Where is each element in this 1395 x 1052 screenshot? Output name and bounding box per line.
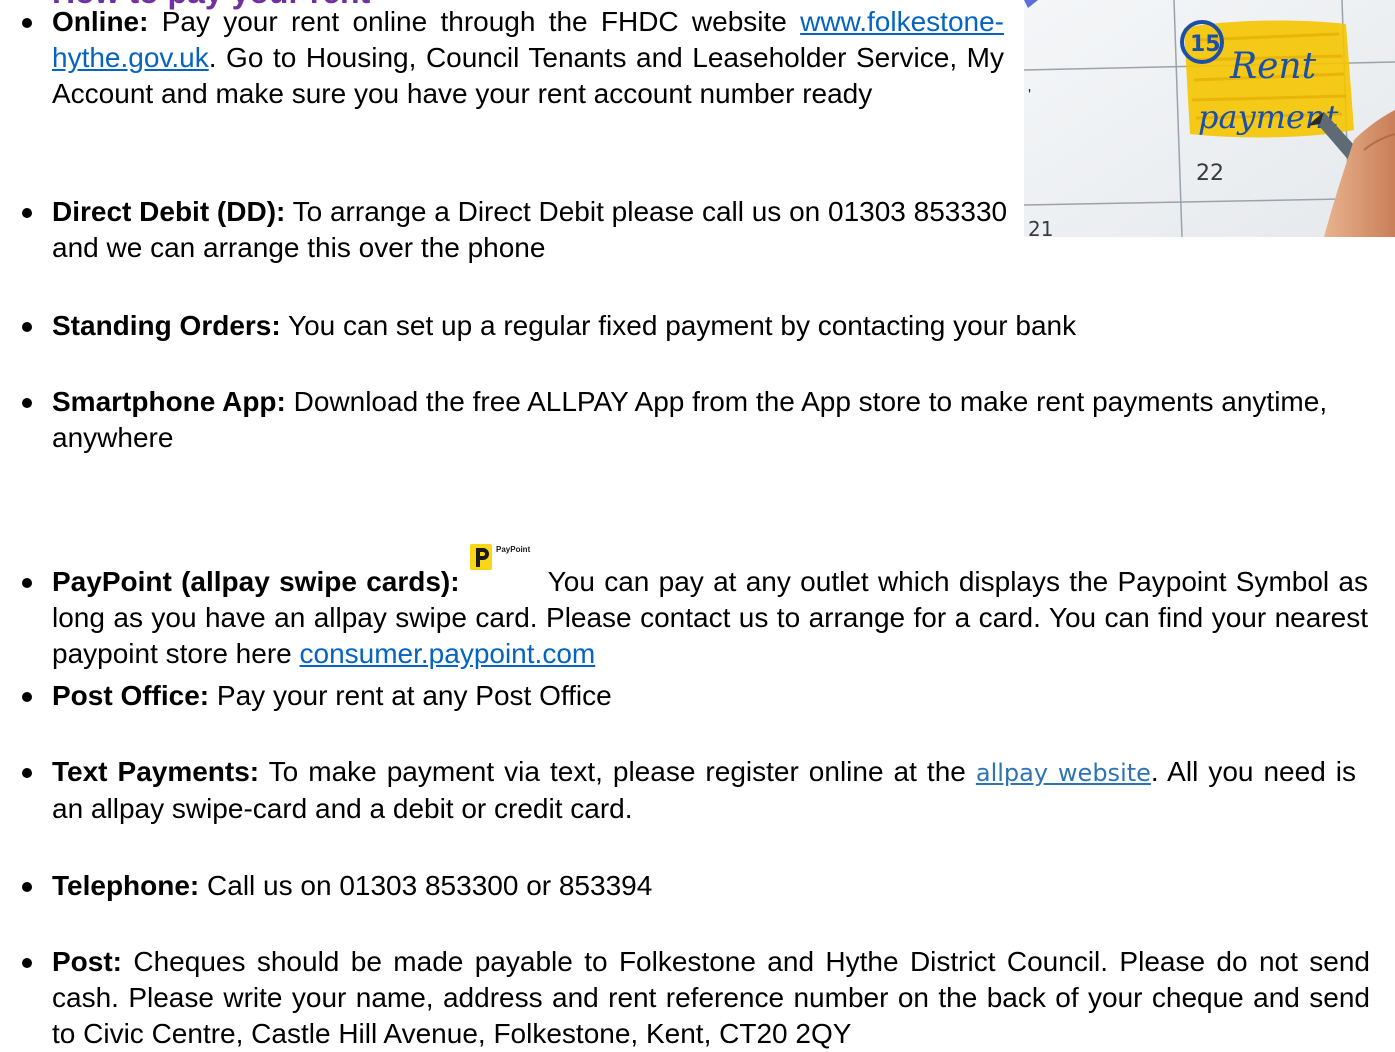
item-text: Post: Cheques should be made payable to … [52, 944, 1370, 1052]
bullet-icon [22, 578, 32, 588]
item-body: Pay your rent online through the FHDC we… [148, 6, 801, 37]
paypoint-logo-icon: PayPoint [469, 542, 539, 582]
item-text: Direct Debit (DD): To arrange a Direct D… [52, 194, 1012, 266]
paypoint-store-link[interactable]: consumer.paypoint.com [300, 638, 596, 669]
bullet-icon [22, 958, 32, 968]
item-label: Online: [52, 6, 149, 37]
bullet-icon [22, 692, 32, 702]
svg-text:payment: payment [1198, 98, 1339, 136]
item-label: Post Office: [52, 680, 210, 711]
bullet-icon [22, 322, 32, 332]
item-label: Text Payments: [52, 756, 260, 787]
item-text: Standing Orders: You can set up a regula… [52, 308, 1382, 344]
item-text: Online: Pay your rent online through the… [52, 4, 1004, 112]
item-label: Standing Orders: [52, 310, 281, 341]
svg-text:PayPoint: PayPoint [496, 545, 531, 554]
item-text: Telephone: Call us on 01303 853300 or 85… [52, 868, 1352, 904]
bullet-icon [22, 18, 32, 28]
item-body: You can set up a regular fixed payment b… [280, 310, 1077, 341]
item-body: Call us on 01303 853300 or 853394 [199, 870, 653, 901]
item-text: Post Office: Pay your rent at any Post O… [52, 678, 1352, 714]
bullet-icon [22, 882, 32, 892]
item-text: Text Payments: To make payment via text,… [52, 754, 1356, 827]
svg-text:15: 15 [1190, 32, 1221, 57]
item-body: Pay your rent at any Post Office [209, 680, 612, 711]
bullet-icon [22, 768, 32, 778]
svg-text:Rent: Rent [1229, 46, 1317, 87]
item-label: Smartphone App: [52, 386, 286, 417]
bullet-icon [22, 208, 32, 218]
item-text: Smartphone App: Download the free ALLPAY… [52, 384, 1392, 456]
item-text: PayPoint (allpay swipe cards): PayPoint … [52, 544, 1368, 672]
rent-payment-calendar-image: ' 15 Rent payment 22 21 [1023, 0, 1395, 241]
item-body: To make payment via text, please registe… [259, 756, 976, 787]
item-label: Telephone: [52, 870, 200, 901]
bullet-icon [22, 398, 32, 408]
svg-text:21: 21 [1028, 217, 1053, 237]
item-label: Direct Debit (DD): [52, 196, 286, 227]
item-label: PayPoint (allpay swipe cards): [52, 566, 460, 597]
item-body: Cheques should be made payable to Folkes… [52, 946, 1370, 1049]
svg-text:22: 22 [1196, 161, 1224, 186]
allpay-website-link[interactable]: allpay website [976, 759, 1151, 787]
item-label: Post: [52, 946, 122, 977]
svg-text:': ' [1028, 87, 1031, 104]
